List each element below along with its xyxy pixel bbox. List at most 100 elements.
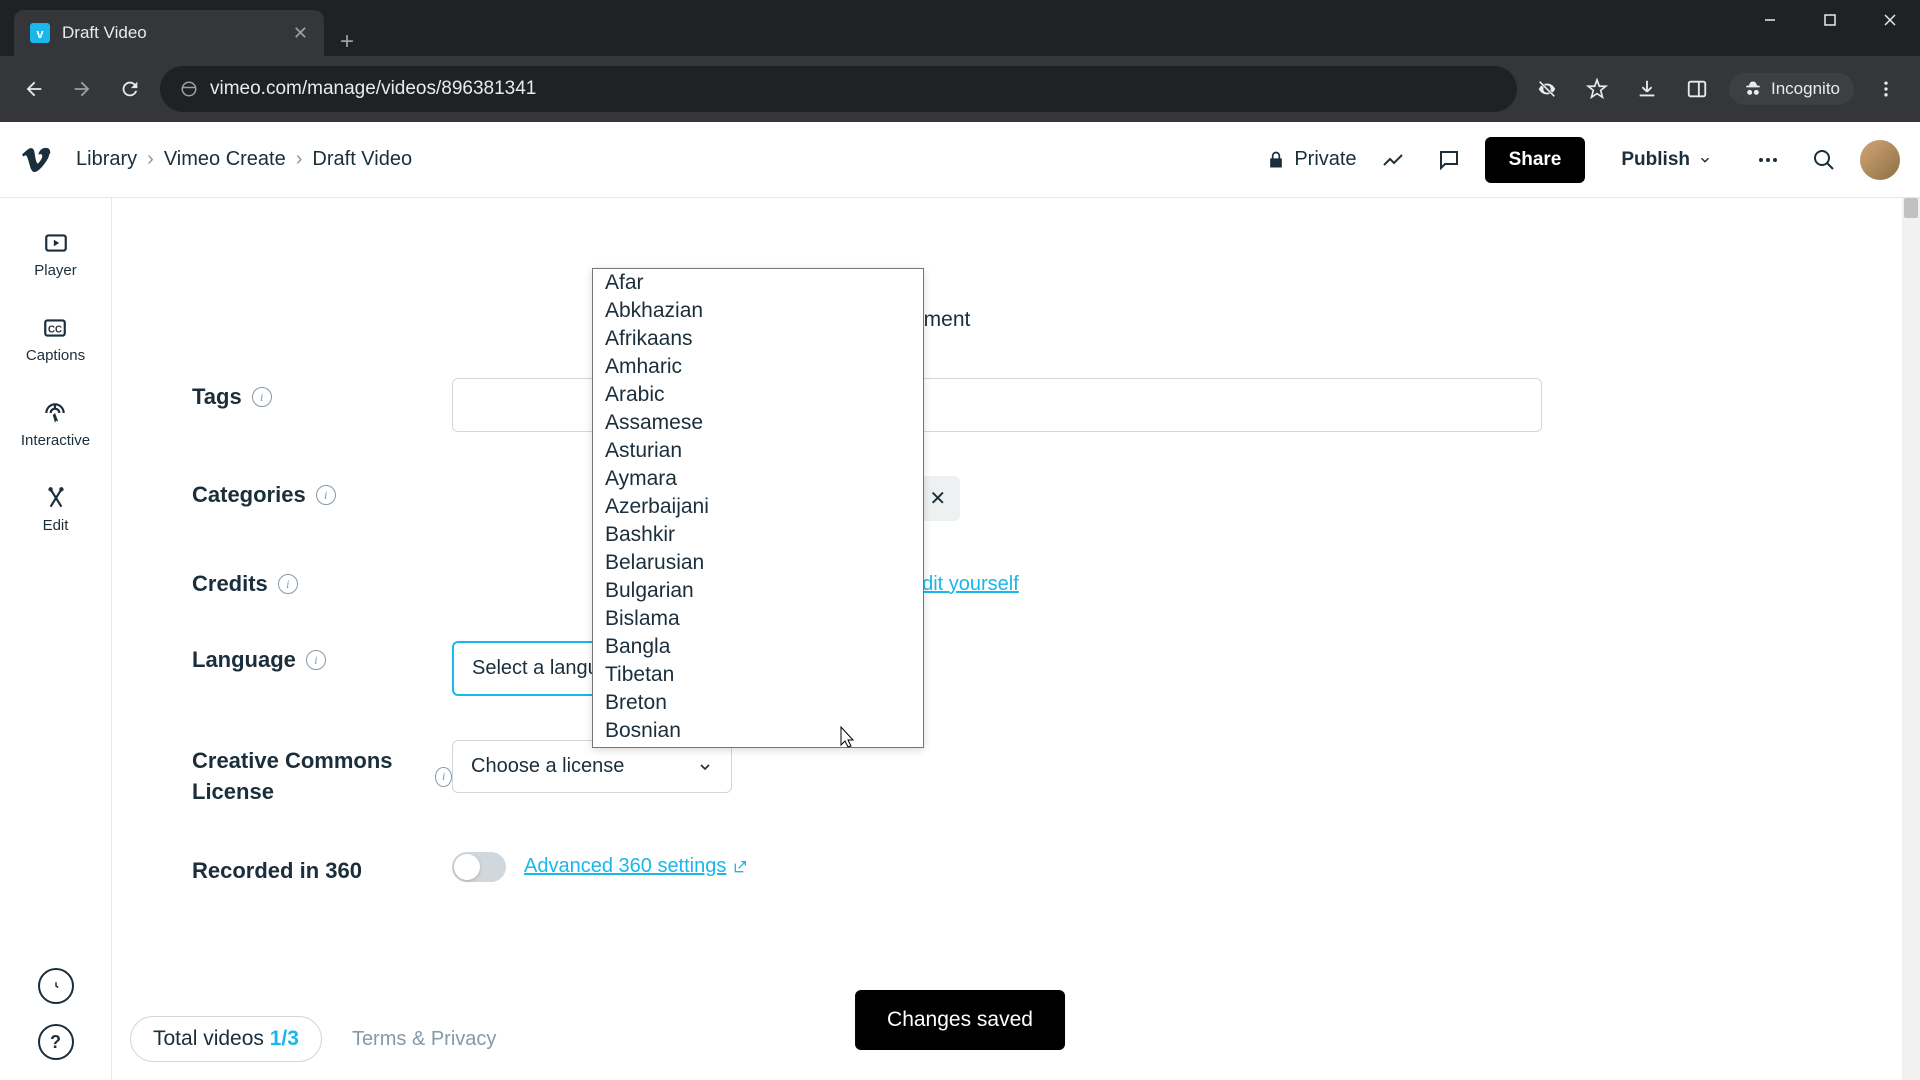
more-button[interactable]	[1748, 140, 1788, 180]
recorded-360-label: Recorded in 360	[192, 852, 452, 884]
info-icon[interactable]: i	[316, 485, 336, 505]
sidebar-label: Captions	[26, 347, 85, 364]
language-option[interactable]: Azerbaijani	[593, 493, 923, 521]
publish-button[interactable]: Publish	[1601, 137, 1732, 183]
language-option[interactable]: Abkhazian	[593, 297, 923, 325]
privacy-label: Private	[1294, 148, 1356, 171]
total-videos-label: Total videos	[153, 1027, 270, 1050]
language-option[interactable]: Catalan	[593, 745, 923, 747]
incognito-label: Incognito	[1771, 79, 1840, 99]
language-list[interactable]: AfarAbkhazianAfrikaansAmharicArabicAssam…	[593, 269, 923, 747]
language-option[interactable]: Breton	[593, 689, 923, 717]
language-option[interactable]: Asturian	[593, 437, 923, 465]
tab-title: Draft Video	[62, 23, 281, 43]
browser-toolbar: vimeo.com/manage/videos/896381341 Incogn…	[0, 56, 1920, 122]
sidebar-item-player[interactable]: Player	[34, 230, 77, 279]
downloads-icon[interactable]	[1629, 71, 1665, 107]
chevron-right-icon: ›	[296, 148, 303, 171]
info-icon[interactable]: i	[252, 387, 272, 407]
svg-text:CC: CC	[48, 324, 62, 335]
avatar[interactable]	[1860, 140, 1900, 180]
side-panel-icon[interactable]	[1679, 71, 1715, 107]
comments-button[interactable]	[1429, 140, 1469, 180]
language-option[interactable]: Amharic	[593, 353, 923, 381]
footer: Total videos 1/3 Terms & Privacy	[130, 1016, 496, 1062]
vimeo-favicon: v	[30, 23, 50, 43]
breadcrumb-create[interactable]: Vimeo Create	[164, 148, 286, 171]
site-info-icon	[180, 80, 198, 98]
app-header: Library › Vimeo Create › Draft Video Pri…	[0, 122, 1920, 198]
incognito-icon	[1743, 79, 1763, 99]
address-bar[interactable]: vimeo.com/manage/videos/896381341	[160, 66, 1517, 112]
search-button[interactable]	[1804, 140, 1844, 180]
language-option[interactable]: Tibetan	[593, 661, 923, 689]
analytics-button[interactable]	[1373, 140, 1413, 180]
chevron-right-icon: ›	[147, 148, 154, 171]
language-option[interactable]: Assamese	[593, 409, 923, 437]
tab-close-button[interactable]: ✕	[293, 23, 308, 44]
video-count-badge[interactable]: Total videos 1/3	[130, 1016, 322, 1062]
external-link-icon	[732, 859, 748, 875]
advanced-360-link[interactable]: Advanced 360 settings	[524, 855, 748, 878]
language-option[interactable]: Arabic	[593, 381, 923, 409]
browser-menu-button[interactable]	[1868, 71, 1904, 107]
language-option[interactable]: Aymara	[593, 465, 923, 493]
info-icon[interactable]: i	[435, 767, 452, 787]
privacy-button[interactable]: Private	[1266, 148, 1356, 171]
tags-label: Tagsi	[192, 378, 452, 410]
lock-icon	[1266, 150, 1286, 170]
sidebar-label: Interactive	[21, 432, 90, 449]
breadcrumb: Library › Vimeo Create › Draft Video	[76, 148, 412, 171]
language-option[interactable]: Afar	[593, 269, 923, 297]
new-tab-button[interactable]: +	[324, 28, 370, 56]
incognito-badge[interactable]: Incognito	[1729, 73, 1854, 105]
chevron-down-icon	[697, 759, 713, 775]
recorded-360-toggle[interactable]	[452, 852, 506, 882]
window-minimize-button[interactable]	[1740, 0, 1800, 40]
sidebar-label: Edit	[43, 517, 69, 534]
language-option[interactable]: Bashkir	[593, 521, 923, 549]
sidebar: Player CC Captions Interactive Edit ?	[0, 198, 112, 1080]
info-icon[interactable]: i	[306, 650, 326, 670]
license-label: Creative Commons Licensei	[192, 740, 452, 808]
window-maximize-button[interactable]	[1800, 0, 1860, 40]
info-icon[interactable]: i	[278, 574, 298, 594]
language-dropdown: AfarAbkhazianAfrikaansAmharicArabicAssam…	[592, 268, 924, 748]
chip-remove-button[interactable]: ✕	[929, 486, 946, 511]
eye-blocked-icon[interactable]	[1529, 71, 1565, 107]
share-button[interactable]: Share	[1485, 137, 1586, 183]
language-label: Languagei	[192, 641, 452, 673]
categories-label: Categoriesi	[192, 476, 452, 508]
content-scrollbar[interactable]	[1902, 198, 1920, 1080]
language-option[interactable]: Bislama	[593, 605, 923, 633]
publish-label: Publish	[1621, 149, 1690, 171]
changes-saved-toast: Changes saved	[855, 990, 1065, 1050]
chevron-down-icon	[1698, 153, 1712, 167]
license-placeholder: Choose a license	[471, 755, 624, 778]
language-option[interactable]: Bosnian	[593, 717, 923, 745]
sidebar-item-captions[interactable]: CC Captions	[26, 315, 85, 364]
sidebar-help-button[interactable]: ?	[38, 1024, 74, 1060]
sidebar-item-edit[interactable]: Edit	[43, 485, 69, 534]
language-option[interactable]: Bangla	[593, 633, 923, 661]
language-option[interactable]: Belarusian	[593, 549, 923, 577]
forward-button[interactable]	[64, 71, 100, 107]
vimeo-logo[interactable]	[20, 144, 52, 176]
sidebar-item-interactive[interactable]: Interactive	[21, 400, 90, 449]
back-button[interactable]	[16, 71, 52, 107]
sidebar-label: Player	[34, 262, 77, 279]
content-area: ement Tagsi Categoriesi And Commer... ✕ …	[112, 198, 1920, 1080]
video-count: 1/3	[270, 1027, 299, 1050]
language-option[interactable]: Bulgarian	[593, 577, 923, 605]
url-text: vimeo.com/manage/videos/896381341	[210, 78, 1497, 100]
browser-chrome: v Draft Video ✕ + vimeo.com/manage/video…	[0, 0, 1920, 122]
language-option[interactable]: Afrikaans	[593, 325, 923, 353]
bookmark-star-icon[interactable]	[1579, 71, 1615, 107]
sidebar-clock-button[interactable]	[38, 968, 74, 1004]
browser-tab[interactable]: v Draft Video ✕	[14, 10, 324, 56]
credits-label: Creditsi	[192, 565, 452, 597]
reload-button[interactable]	[112, 71, 148, 107]
breadcrumb-library[interactable]: Library	[76, 148, 137, 171]
window-close-button[interactable]	[1860, 0, 1920, 40]
terms-link[interactable]: Terms & Privacy	[352, 1028, 496, 1051]
